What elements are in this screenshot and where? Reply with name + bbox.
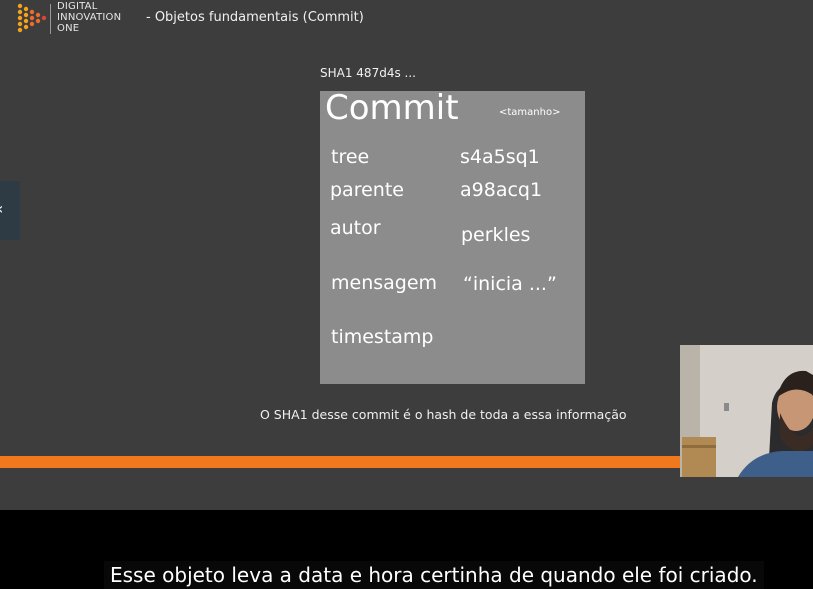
brand-line: DIGITAL — [57, 1, 98, 12]
field-name-autor: autor — [330, 217, 381, 239]
dio-logo-icon — [17, 3, 47, 33]
chevron-left-icon: ‹ — [0, 199, 3, 218]
field-value-mensagem: “inicia ...” — [463, 273, 557, 295]
presenter-webcam — [680, 345, 813, 477]
field-value-parente: a98acq1 — [460, 179, 543, 201]
brand-line: INNOVATION — [57, 12, 122, 23]
field-value-autor: perkles — [461, 224, 531, 246]
brand-line: ONE — [57, 23, 80, 34]
size-tag: <tamanho> — [499, 107, 561, 118]
sha1-note: O SHA1 desse commit é o hash de toda a e… — [260, 407, 627, 422]
commit-title: Commit — [325, 88, 459, 128]
field-name-timestamp: timestamp — [331, 326, 434, 348]
video-progress-bar[interactable] — [0, 456, 680, 468]
side-nav-tab[interactable]: ‹ — [0, 181, 20, 240]
slide-area: DIGITAL INNOVATION ONE - Objetos fundame… — [0, 0, 813, 510]
subtitle-caption: Esse objeto leva a data e hora certinha … — [104, 561, 764, 589]
slide-title: - Objetos fundamentais (Commit) — [146, 10, 364, 25]
commit-card: Commit <tamanho> tree s4a5sq1 parente a9… — [320, 88, 585, 384]
brand-name: DIGITAL INNOVATION ONE — [57, 1, 121, 34]
field-value-tree: s4a5sq1 — [460, 146, 540, 168]
sha1-label: SHA1 487d4s ... — [320, 66, 416, 80]
field-name-mensagem: mensagem — [331, 272, 438, 294]
brand-divider — [50, 4, 51, 34]
field-name-parente: parente — [330, 179, 404, 201]
field-name-tree: tree — [331, 146, 370, 168]
